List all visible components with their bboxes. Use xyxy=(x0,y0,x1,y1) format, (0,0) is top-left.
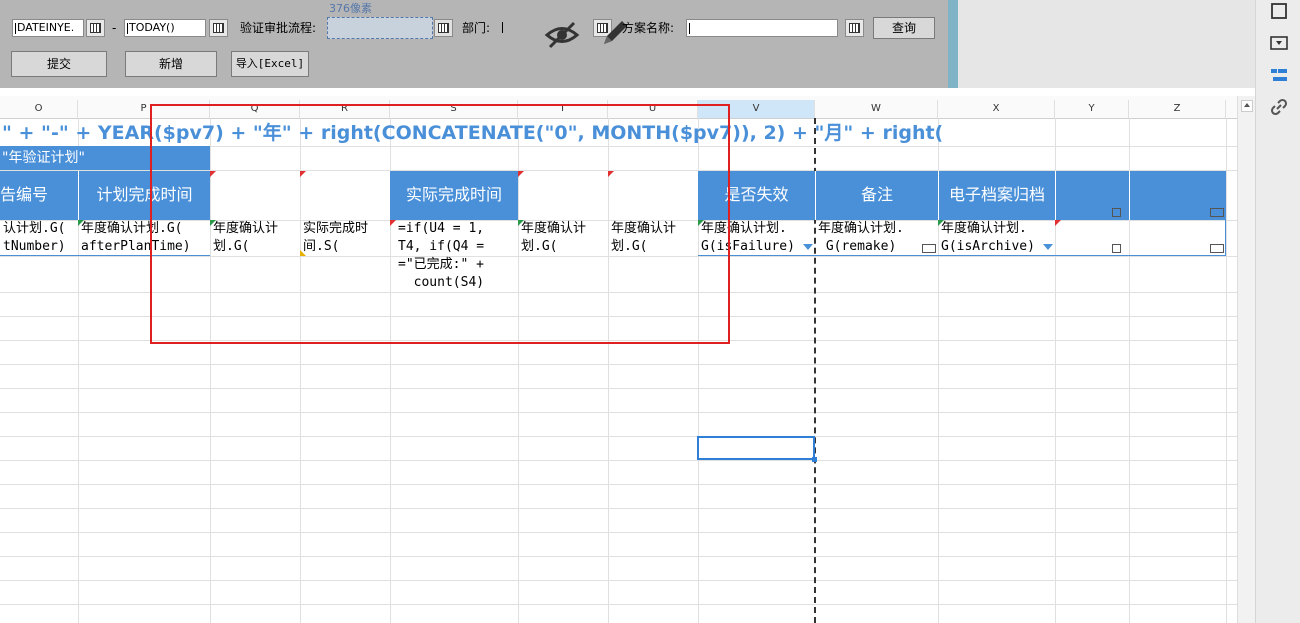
import-excel-button[interactable]: 导入[Excel] xyxy=(231,51,309,77)
textbox-widget-icon[interactable] xyxy=(922,244,936,253)
cell-x4[interactable]: 年度确认计划. G(isArchive) xyxy=(938,220,1055,256)
end-date-field[interactable]: TODAY() xyxy=(124,19,206,37)
start-date-field[interactable]: DATEINYE. xyxy=(12,19,84,37)
spreadsheet-grid[interactable]: O P Q R S T U V W X Y Z " + "-" + YEAR($… xyxy=(0,96,1237,623)
dept-label: 部门: xyxy=(462,21,491,35)
panel-empty-area xyxy=(958,0,1255,88)
approval-flow-label: 验证审批流程: xyxy=(240,21,317,35)
parameter-panel: DATEINYE. - TODAY() 验证审批流程: 376像素 部门: 方案… xyxy=(0,0,948,88)
cell-w4[interactable]: 年度确认计划. G(remake) xyxy=(815,220,938,256)
column-header-y[interactable]: Y xyxy=(1055,100,1129,118)
header-archive[interactable]: 电子档案归档 xyxy=(938,171,1055,220)
column-header-x[interactable]: X xyxy=(938,100,1055,118)
end-date-calendar-icon[interactable] xyxy=(209,19,228,37)
dept-field[interactable] xyxy=(500,19,540,37)
highlight-rectangle xyxy=(150,104,730,344)
widget-setting-icon[interactable] xyxy=(1268,32,1290,54)
hide-eye-icon[interactable] xyxy=(544,20,580,50)
column-header-w[interactable]: W xyxy=(815,100,938,118)
condition-attribute-icon[interactable] xyxy=(1268,64,1290,86)
checkbox-widget-icon[interactable] xyxy=(1112,208,1121,217)
selection-fill-handle[interactable] xyxy=(812,457,817,462)
header-remark[interactable]: 备注 xyxy=(815,171,938,220)
submit-button[interactable]: 提交 xyxy=(11,51,107,77)
column-header-o[interactable]: O xyxy=(0,100,78,118)
hyperlink-icon[interactable] xyxy=(1268,96,1290,118)
textbox-widget-icon[interactable] xyxy=(1210,244,1224,253)
scroll-up-arrow-icon[interactable] xyxy=(1241,100,1253,112)
column-header-z[interactable]: Z xyxy=(1129,100,1226,118)
add-button[interactable]: 新增 xyxy=(125,51,217,77)
approval-flow-select[interactable] xyxy=(327,17,433,39)
header-report-number[interactable]: 告编号 xyxy=(0,171,78,220)
vertical-scrollbar[interactable] xyxy=(1237,96,1255,623)
selected-cell[interactable] xyxy=(697,436,815,460)
cell-property-icon[interactable] xyxy=(1268,0,1290,22)
checkbox-widget-icon[interactable] xyxy=(1112,244,1121,253)
right-tool-sidebar xyxy=(1255,0,1300,623)
scheme-picker-icon[interactable] xyxy=(845,19,864,37)
textbox-widget-icon[interactable] xyxy=(1210,208,1224,217)
panel-divider xyxy=(948,0,958,88)
date-separator: - xyxy=(112,21,117,35)
dropdown-widget-icon[interactable] xyxy=(803,244,813,250)
start-date-calendar-icon[interactable] xyxy=(86,19,105,37)
scheme-field[interactable] xyxy=(686,19,838,37)
query-button[interactable]: 查询 xyxy=(873,17,935,39)
width-hint: 376像素 xyxy=(329,2,372,15)
approval-flow-dropdown-icon[interactable] xyxy=(434,19,453,37)
scheme-label: 方案名称: xyxy=(622,21,675,35)
cell-o4[interactable]: 认计划.G( tNumber) xyxy=(0,220,78,256)
dropdown-widget-icon[interactable] xyxy=(1043,244,1053,250)
